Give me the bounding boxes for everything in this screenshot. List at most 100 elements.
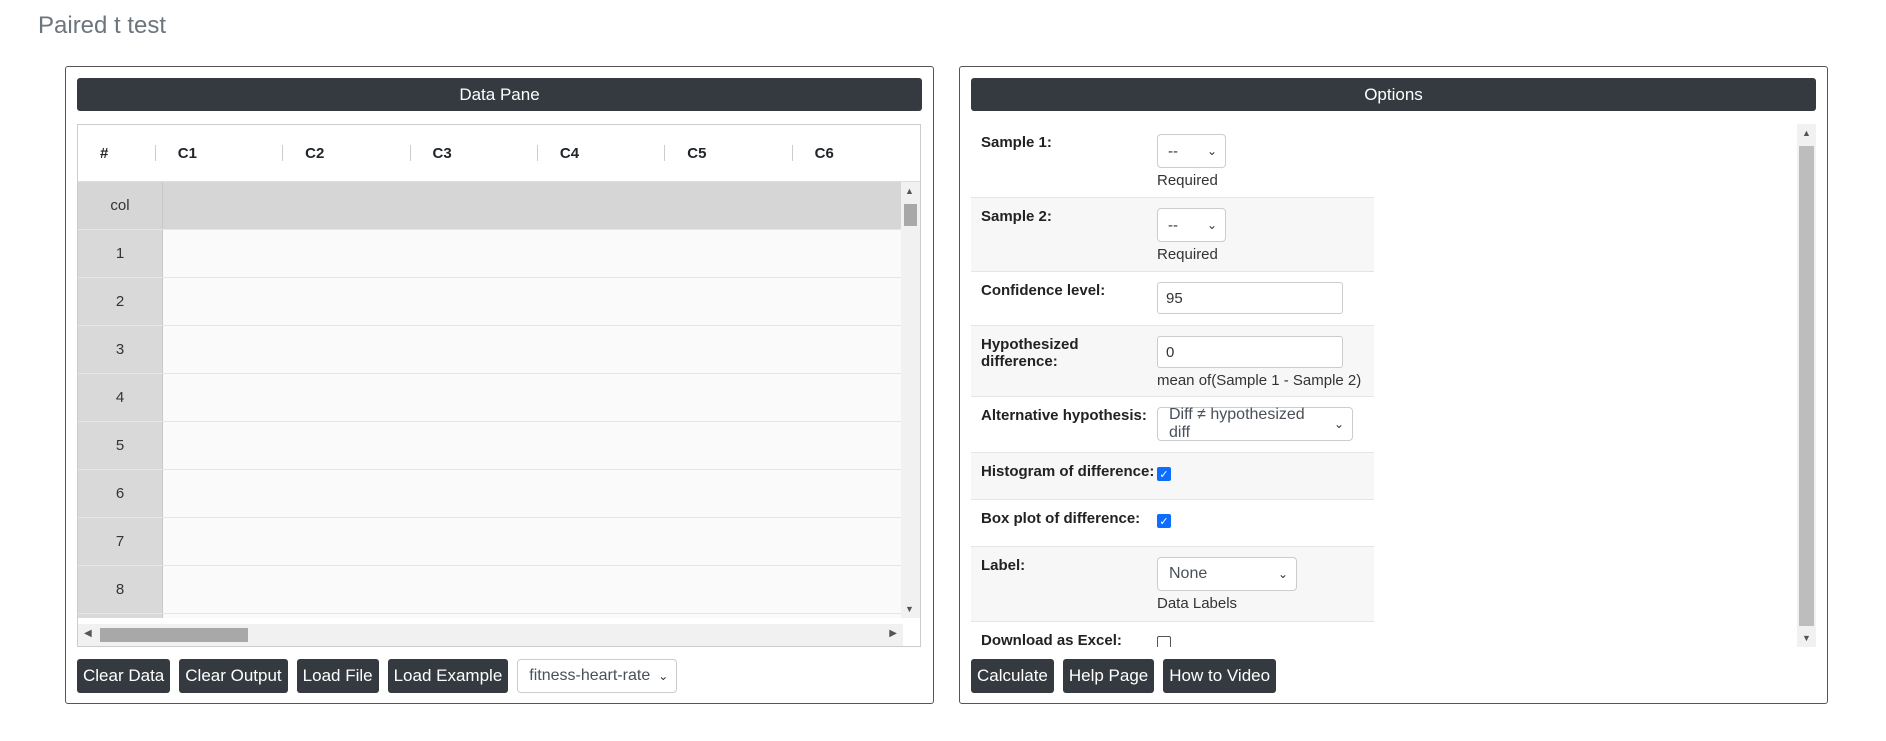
label-select-value: None xyxy=(1169,565,1208,582)
chevron-down-icon: ⌄ xyxy=(1206,144,1217,158)
scroll-left-icon[interactable]: ◀ xyxy=(84,628,92,639)
grid-header-c4[interactable]: C4 xyxy=(538,125,666,181)
grid-body: col 1 2 3 4 5 6 7 8 xyxy=(78,182,903,618)
row-index: 5 xyxy=(78,422,163,469)
page-title: Paired t test xyxy=(38,12,167,39)
scroll-thumb[interactable] xyxy=(100,628,248,642)
grid-horizontal-scrollbar[interactable]: ◀ ▶ xyxy=(78,624,903,646)
grid-header-c6[interactable]: C6 xyxy=(793,125,920,181)
example-select-value: fitness-heart-rate xyxy=(529,667,651,684)
grid-header-c1[interactable]: C1 xyxy=(156,125,284,181)
sample1-note: Required xyxy=(1157,172,1218,189)
table-row: 4 xyxy=(78,374,903,422)
label-select[interactable]: None ⌄ xyxy=(1157,557,1297,591)
option-row-sample1: Sample 1: -- ⌄ Required xyxy=(971,124,1374,198)
row-index: 1 xyxy=(78,230,163,277)
scroll-up-icon[interactable]: ▲ xyxy=(905,186,914,196)
grid-header-c3[interactable]: C3 xyxy=(411,125,539,181)
options-header: Options xyxy=(971,78,1816,111)
row-cells[interactable] xyxy=(163,470,903,517)
sample1-select[interactable]: -- ⌄ xyxy=(1157,134,1226,168)
table-row: 8 xyxy=(78,566,903,614)
table-row xyxy=(78,614,903,618)
grid-header-index[interactable]: # xyxy=(78,125,156,181)
grid-header-row: # C1 C2 C3 C4 C5 C6 xyxy=(78,125,920,182)
row-index: 4 xyxy=(78,374,163,421)
alternative-select[interactable]: Diff ≠ hypothesized diff ⌄ xyxy=(1157,406,1353,441)
scroll-thumb[interactable] xyxy=(1799,146,1814,626)
sample2-select[interactable]: -- ⌄ xyxy=(1157,208,1226,242)
hypothesized-note: mean of(Sample 1 - Sample 2) xyxy=(1157,372,1362,389)
grid-vertical-scrollbar[interactable]: ▲ ▼ xyxy=(901,182,920,618)
row-cells[interactable] xyxy=(163,614,903,618)
table-row: 2 xyxy=(78,278,903,326)
clear-data-button[interactable]: Clear Data xyxy=(77,659,171,693)
download-label: Download as Excel: xyxy=(981,632,1122,647)
row-index: 3 xyxy=(78,326,163,373)
sample2-select-value: -- xyxy=(1168,216,1178,234)
data-pane-toolbar: Clear Data Clear Output Load File Load E… xyxy=(77,659,678,693)
row-cells[interactable] xyxy=(163,566,903,613)
help-page-button[interactable]: Help Page xyxy=(1062,659,1155,693)
table-row: 1 xyxy=(78,230,903,278)
options-list: Sample 1: -- ⌄ Required Sample 2: -- ⌄ R… xyxy=(971,124,1815,647)
row-index: col xyxy=(78,182,163,229)
load-file-button[interactable]: Load File xyxy=(296,659,379,693)
sample2-note: Required xyxy=(1157,246,1218,263)
data-grid[interactable]: # C1 C2 C3 C4 C5 C6 col 1 2 3 4 5 6 7 8 … xyxy=(77,124,921,647)
option-row-histogram: Histogram of difference: ✓ xyxy=(971,453,1374,500)
clear-output-button[interactable]: Clear Output xyxy=(179,659,288,693)
row-cells[interactable] xyxy=(163,182,903,229)
grid-header-c2[interactable]: C2 xyxy=(283,125,411,181)
histogram-label: Histogram of difference: xyxy=(981,463,1155,480)
table-row: 7 xyxy=(78,518,903,566)
boxplot-checkbox[interactable]: ✓ xyxy=(1157,514,1171,528)
table-row: col xyxy=(78,182,903,230)
sample1-label: Sample 1: xyxy=(981,134,1052,151)
alternative-label: Alternative hypothesis: xyxy=(981,407,1147,424)
sample1-select-value: -- xyxy=(1168,142,1178,160)
option-row-sample2: Sample 2: -- ⌄ Required xyxy=(971,198,1374,272)
scroll-up-icon[interactable]: ▲ xyxy=(1802,128,1811,138)
option-row-hypothesized: Hypothesized difference: mean of(Sample … xyxy=(971,326,1374,397)
options-toolbar: Calculate Help Page How to Video xyxy=(971,659,1277,693)
grid-header-c5[interactable]: C5 xyxy=(665,125,794,181)
row-cells[interactable] xyxy=(163,422,903,469)
hypothesized-input[interactable] xyxy=(1157,336,1343,368)
label-note: Data Labels xyxy=(1157,595,1238,612)
row-index: 7 xyxy=(78,518,163,565)
row-cells[interactable] xyxy=(163,278,903,325)
alternative-select-value: Diff ≠ hypothesized diff xyxy=(1169,406,1305,441)
chevron-down-icon: ⌄ xyxy=(1206,218,1217,232)
load-example-button[interactable]: Load Example xyxy=(387,659,509,693)
scroll-thumb[interactable] xyxy=(904,204,917,226)
row-cells[interactable] xyxy=(163,326,903,373)
table-row: 5 xyxy=(78,422,903,470)
confidence-input[interactable] xyxy=(1157,282,1343,314)
example-select[interactable]: fitness-heart-rate ⌄ xyxy=(517,659,678,693)
option-row-confidence: Confidence level: xyxy=(971,272,1374,326)
row-index: 8 xyxy=(78,566,163,613)
options-panel: Options Sample 1: -- ⌄ Required Sample 2… xyxy=(959,66,1828,704)
chevron-down-icon: ⌄ xyxy=(1277,567,1288,581)
option-row-download: Download as Excel: xyxy=(971,622,1374,647)
option-row-boxplot: Box plot of difference: ✓ xyxy=(971,500,1374,547)
row-cells[interactable] xyxy=(163,374,903,421)
option-row-alternative: Alternative hypothesis: Diff ≠ hypothesi… xyxy=(971,397,1374,453)
row-cells[interactable] xyxy=(163,230,903,277)
label-option-label: Label: xyxy=(981,557,1026,574)
how-to-video-button[interactable]: How to Video xyxy=(1163,659,1277,693)
histogram-checkbox[interactable]: ✓ xyxy=(1157,467,1171,481)
confidence-label: Confidence level: xyxy=(981,282,1106,299)
download-checkbox[interactable] xyxy=(1157,636,1171,647)
options-vertical-scrollbar[interactable]: ▲ ▼ xyxy=(1797,124,1816,647)
calculate-button[interactable]: Calculate xyxy=(971,659,1054,693)
chevron-down-icon: ⌄ xyxy=(1333,417,1344,431)
scroll-down-icon[interactable]: ▼ xyxy=(1802,633,1811,643)
table-row: 3 xyxy=(78,326,903,374)
chevron-down-icon: ⌄ xyxy=(658,669,669,683)
boxplot-label: Box plot of difference: xyxy=(981,510,1141,527)
scroll-down-icon[interactable]: ▼ xyxy=(905,604,914,614)
scroll-right-icon[interactable]: ▶ xyxy=(889,628,897,639)
row-cells[interactable] xyxy=(163,518,903,565)
